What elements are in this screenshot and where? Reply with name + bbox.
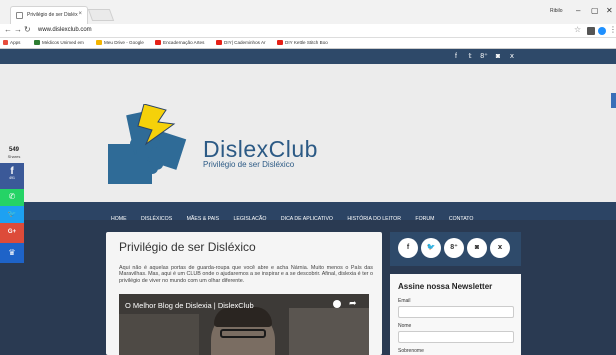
email-field[interactable] <box>398 306 514 318</box>
bookmark-item[interactable]: Meu Drive - Google <box>96 40 144 46</box>
reload-icon[interactable]: ↻ <box>24 25 31 34</box>
instagram-icon[interactable]: ◙ <box>467 238 487 258</box>
bookmark-star-icon[interactable]: ☆ <box>574 25 581 34</box>
newsletter-widget: Assine nossa Newsletter Email Nome Sobre… <box>390 274 521 355</box>
skype-extension-icon[interactable] <box>598 27 606 35</box>
article-title[interactable]: Privilégio de ser Disléxico <box>119 240 256 254</box>
article-intro: Aqui não é aquelas portas de guarda-roup… <box>119 265 373 284</box>
browser-tab[interactable]: Privilégio de ser Disléx × <box>10 6 88 24</box>
bookmarks-bar: Apps Médicos Unimed em Meu Drive - Googl… <box>0 38 616 49</box>
rss-icon[interactable]: ⅹ <box>490 238 510 258</box>
extension-icon[interactable] <box>587 27 595 35</box>
name-field[interactable] <box>398 331 514 343</box>
sidebar-social-widget: f 🐦 8⁺ ◙ ⅹ <box>390 232 521 266</box>
article-card: Privilégio de ser Disléxico Aqui não é a… <box>106 232 382 355</box>
tab-close-icon[interactable]: × <box>78 11 82 17</box>
profile-name[interactable]: Ribilo <box>550 8 563 14</box>
facebook-icon[interactable]: f <box>398 238 418 258</box>
address-bar: ← → ↻ www.dislexclub.com ☆ ⋮ <box>0 24 616 38</box>
whatsapp-share-button[interactable]: ✆ <box>0 189 24 206</box>
video-title[interactable]: O Melhor Blog de Dislexia | DislexClub <box>125 301 254 310</box>
newsletter-title: Assine nossa Newsletter <box>398 282 493 291</box>
back-icon[interactable]: ← <box>4 25 12 34</box>
new-tab-button[interactable] <box>87 9 115 21</box>
facebook-share-button[interactable]: f 491 <box>0 163 24 189</box>
youtube-icon <box>216 40 222 46</box>
youtube-icon <box>155 40 161 46</box>
social-links-top: f 𝕥 8⁺ ◙ ⅹ <box>449 52 519 60</box>
site-topbar: f 𝕥 8⁺ ◙ ⅹ <box>0 49 616 64</box>
name-label: Nome <box>398 323 412 329</box>
browser-menu-icon[interactable]: ⋮ <box>609 25 616 34</box>
crown-icon: ♛ <box>8 248 16 257</box>
video-thumbnail-glasses <box>220 329 266 338</box>
puzzle-logo-icon[interactable] <box>100 104 196 186</box>
video-player[interactable]: O Melhor Blog de Dislexia | DislexClub ➦ <box>119 294 369 355</box>
crown-share-button[interactable]: ♛ <box>0 243 24 263</box>
main-navigation: Home Disléxicos Mães & Pais Legislação D… <box>0 202 616 222</box>
bookmark-item[interactable]: Apps <box>3 40 20 46</box>
site-logo-title[interactable]: DislexClub <box>203 136 318 163</box>
twitter-icon[interactable]: 🐦 <box>421 238 441 258</box>
googleplus-share-button[interactable]: G+ <box>0 223 24 243</box>
twitter-icon: 🐦 <box>7 211 17 218</box>
video-background <box>119 314 199 355</box>
surname-label: Sobrenome <box>398 348 424 354</box>
browser-tabbar: Privilégio de ser Disléx × Ribilo – ▢ ✕ <box>0 0 616 24</box>
minimize-icon[interactable]: – <box>576 6 580 15</box>
forward-icon[interactable]: → <box>14 25 22 34</box>
googleplus-icon[interactable]: 8⁺ <box>477 52 491 60</box>
site-header <box>0 64 616 202</box>
site-logo-subtitle: Privilégio de ser Disléxico <box>203 160 295 169</box>
maximize-icon[interactable]: ▢ <box>591 6 599 15</box>
twitter-share-button[interactable]: 🐦 <box>0 206 24 223</box>
video-background <box>289 308 369 355</box>
email-label: Email <box>398 298 411 304</box>
video-thumbnail-hair <box>214 307 272 327</box>
googleplus-icon[interactable]: 8⁺ <box>444 238 464 258</box>
googleplus-icon: G+ <box>7 229 17 235</box>
facebook-share-count: 491 <box>9 176 15 180</box>
video-share-icon[interactable]: ➦ <box>349 298 357 309</box>
share-label: Shares <box>7 154 21 159</box>
instagram-icon[interactable]: ◙ <box>491 53 505 60</box>
youtube-icon <box>277 40 283 46</box>
bookmark-item[interactable]: DIY Kettle Stitch Boo <box>277 40 328 46</box>
google-drive-icon <box>96 40 102 46</box>
apps-grid-icon <box>3 40 8 46</box>
unimed-icon <box>34 40 40 46</box>
whatsapp-icon: ✆ <box>8 192 16 201</box>
tab-title: Privilégio de ser Disléx <box>27 12 78 18</box>
bookmark-item[interactable]: Médicos Unimed em <box>34 40 84 46</box>
close-window-icon[interactable]: ✕ <box>606 6 613 15</box>
url-field[interactable]: www.dislexclub.com <box>38 27 92 33</box>
watch-later-icon[interactable] <box>333 300 341 308</box>
bookmark-item[interactable]: Encadernação Artes <box>155 40 204 46</box>
rss-icon[interactable]: ⅹ <box>505 52 519 60</box>
twitter-icon[interactable]: 𝕥 <box>463 52 477 60</box>
facebook-icon[interactable]: f <box>449 53 463 60</box>
scroll-indicator[interactable] <box>611 93 616 108</box>
bookmark-item[interactable]: DIY| Cademinhos Ar <box>216 40 266 46</box>
page-favicon-icon <box>16 12 23 19</box>
share-count: 549 <box>8 147 19 153</box>
